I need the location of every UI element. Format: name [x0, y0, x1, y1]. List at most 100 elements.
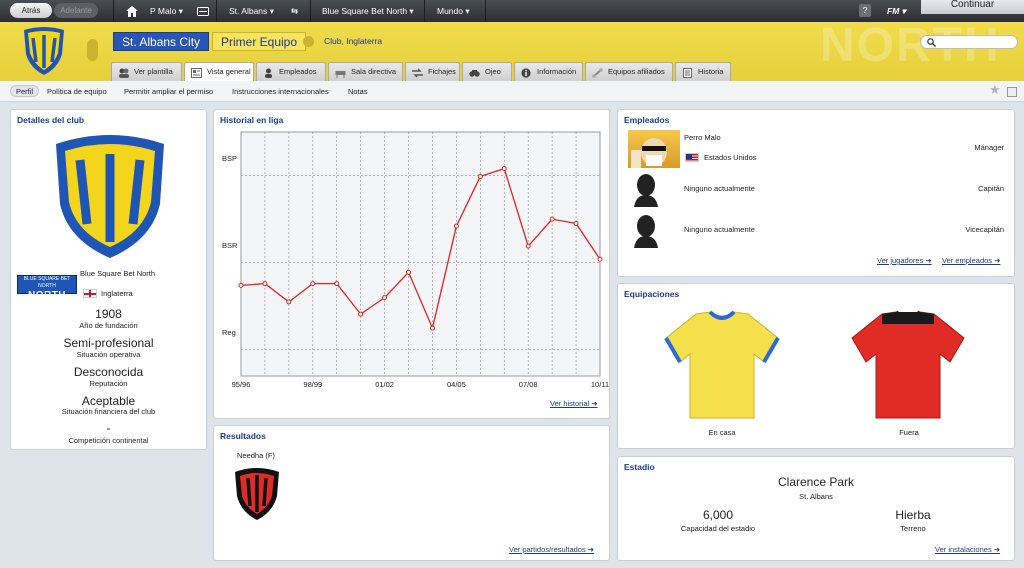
- continue-button[interactable]: Continuar: [921, 0, 1024, 14]
- tab-label: Información: [537, 67, 577, 76]
- back-button[interactable]: Atrás: [10, 3, 52, 18]
- subnav-team-policy[interactable]: Política de equipo: [47, 86, 107, 98]
- opponent-badge-icon[interactable]: [232, 466, 282, 524]
- y-tick-label: Reg: [222, 328, 236, 337]
- squad-icon: [118, 67, 129, 78]
- tab-label: Ver plantilla: [134, 67, 173, 76]
- view-staff-link[interactable]: Ver empleados ➜: [942, 256, 1000, 265]
- tab-label: Historia: [698, 67, 724, 76]
- x-tick-label: 98/99: [303, 380, 322, 389]
- tab-affiliates[interactable]: Equipos afiliados: [585, 62, 673, 81]
- view-results-link[interactable]: Ver partidos/resultados ➜: [509, 545, 594, 554]
- help-button[interactable]: ?: [859, 4, 871, 17]
- favourite-star-icon[interactable]: ★: [989, 83, 1001, 96]
- league-name[interactable]: Blue Square Bet North: [80, 269, 155, 278]
- view-history-label: Ver historial: [550, 399, 590, 408]
- captain-silhouette-icon: [632, 173, 660, 209]
- tab-transfers[interactable]: Fichajes: [405, 62, 460, 81]
- subnav-international-instructions[interactable]: Instrucciones internacionales: [232, 86, 329, 98]
- data-point: [525, 243, 531, 249]
- view-players-label: Ver jugadores: [877, 256, 924, 265]
- continental-value: -: [106, 421, 111, 435]
- forward-button[interactable]: Adelante: [54, 3, 98, 18]
- world-menu[interactable]: Mundo ▾: [437, 0, 470, 22]
- league-menu[interactable]: Blue Square Bet North ▾: [322, 0, 414, 22]
- tab-boardroom[interactable]: Sala directiva: [328, 62, 403, 81]
- tab-label: Equipos afiliados: [608, 67, 665, 76]
- home-kit-icon[interactable]: [662, 310, 782, 424]
- data-point: [573, 221, 579, 226]
- manager-nation[interactable]: Estados Unidos: [704, 153, 757, 162]
- stadium-city[interactable]: St. Albans: [618, 492, 1014, 501]
- view-staff-label: Ver empleados: [942, 256, 993, 265]
- club-country-link[interactable]: Club, Inglaterra: [324, 36, 382, 46]
- league-menu-label: Blue Square Bet North: [322, 6, 408, 16]
- view-history-link[interactable]: Ver historial ➜: [550, 399, 598, 408]
- club-country[interactable]: Inglaterra: [101, 289, 133, 298]
- opponent-name[interactable]: Needha (F): [237, 451, 275, 460]
- add-to-page-icon[interactable]: [1007, 87, 1017, 97]
- vice-captain-silhouette-icon: [632, 214, 660, 250]
- fm-menu[interactable]: FM ▾: [887, 0, 906, 22]
- club-name-button[interactable]: St. Albans City: [113, 32, 210, 51]
- home-icon[interactable]: [126, 0, 138, 22]
- tab-label: Vista general: [207, 67, 251, 76]
- x-tick-label: 07/08: [519, 380, 538, 389]
- data-point: [262, 281, 268, 287]
- search-icon: [927, 38, 936, 47]
- club-details-panel: Detalles del club BLUE SQUARE BET NORTH …: [10, 109, 207, 450]
- top-bar: Atrás Adelante P Malo ▾ St. Albans ▾ ⇆ B…: [0, 0, 1024, 22]
- data-point: [501, 166, 507, 172]
- tab-overview[interactable]: Vista general: [184, 62, 254, 81]
- separator: [485, 0, 486, 22]
- x-tick-label: 01/02: [375, 380, 394, 389]
- club-stepper[interactable]: [87, 39, 98, 61]
- tab-information[interactable]: Información: [514, 62, 583, 81]
- manager-avatar[interactable]: [628, 130, 680, 168]
- tab-staff[interactable]: Empleados: [256, 62, 326, 81]
- subnav-permit-extension[interactable]: Permitir ampliar el permiso: [124, 86, 213, 98]
- league-logo[interactable]: BLUE SQUARE BET NORTH NORTH: [17, 275, 77, 301]
- separator: [216, 0, 217, 22]
- view-players-link[interactable]: Ver jugadores ➜: [877, 256, 932, 265]
- away-kit-label: Fuera: [899, 428, 919, 437]
- away-kit-icon[interactable]: [848, 310, 968, 424]
- x-tick-label: 04/05: [447, 380, 466, 389]
- tab-label: Sala directiva: [351, 67, 397, 76]
- swap-icon[interactable]: ⇆: [291, 0, 298, 22]
- league-history-chart: BSP BSR Reg 95/96 98/99 01/02 04/05 07/08 10/11: [222, 131, 609, 389]
- data-point: [382, 295, 388, 301]
- inbox-icon[interactable]: [197, 0, 209, 22]
- y-tick-label: BSR: [222, 241, 238, 250]
- data-point: [549, 216, 555, 222]
- manager-menu[interactable]: P Malo ▾: [150, 0, 183, 22]
- manager-name[interactable]: Perro Malo: [684, 133, 721, 142]
- staff-panel: Empleados Perro Malo Estados Unidos Mána…: [617, 109, 1015, 277]
- club-menu[interactable]: St. Albans ▾: [229, 0, 274, 22]
- finance-value: Aceptable: [81, 394, 136, 408]
- kits-panel: Equipaciones En casa Fuera: [617, 283, 1015, 449]
- subnav-notes[interactable]: Notas: [348, 86, 368, 98]
- tab-scouting[interactable]: Ojeo: [462, 62, 512, 81]
- data-point: [477, 173, 483, 179]
- plot-area: [240, 131, 601, 377]
- stadium-panel: Estadio Clarence Park St. Albans 6,000 C…: [617, 456, 1015, 561]
- club-menu-label: St. Albans: [229, 6, 268, 16]
- data-point: [286, 299, 292, 305]
- tab-history[interactable]: Historia: [675, 62, 731, 81]
- club-header: NORTH St. Albans City Primer Equipo Club…: [0, 22, 1024, 81]
- data-point: [238, 282, 244, 288]
- home-kit-label: En casa: [708, 428, 736, 437]
- tab-squad[interactable]: Ver plantilla: [111, 62, 182, 81]
- team-select-arrow-icon[interactable]: [303, 36, 314, 47]
- view-facilities-link[interactable]: Ver instalaciones ➜: [935, 545, 1000, 554]
- club-badge-icon: [22, 26, 66, 78]
- panel-title: Historial en liga: [220, 115, 284, 125]
- fm-label: FM: [887, 6, 900, 16]
- team-select[interactable]: Primer Equipo: [212, 32, 307, 51]
- manager-role: Mánager: [974, 143, 1004, 152]
- search-input[interactable]: [920, 35, 1018, 49]
- league-logo-text: BLUE SQUARE BET NORTH: [23, 276, 71, 289]
- panel-title: Resultados: [220, 431, 266, 441]
- subnav-profile[interactable]: Perfil: [10, 85, 40, 97]
